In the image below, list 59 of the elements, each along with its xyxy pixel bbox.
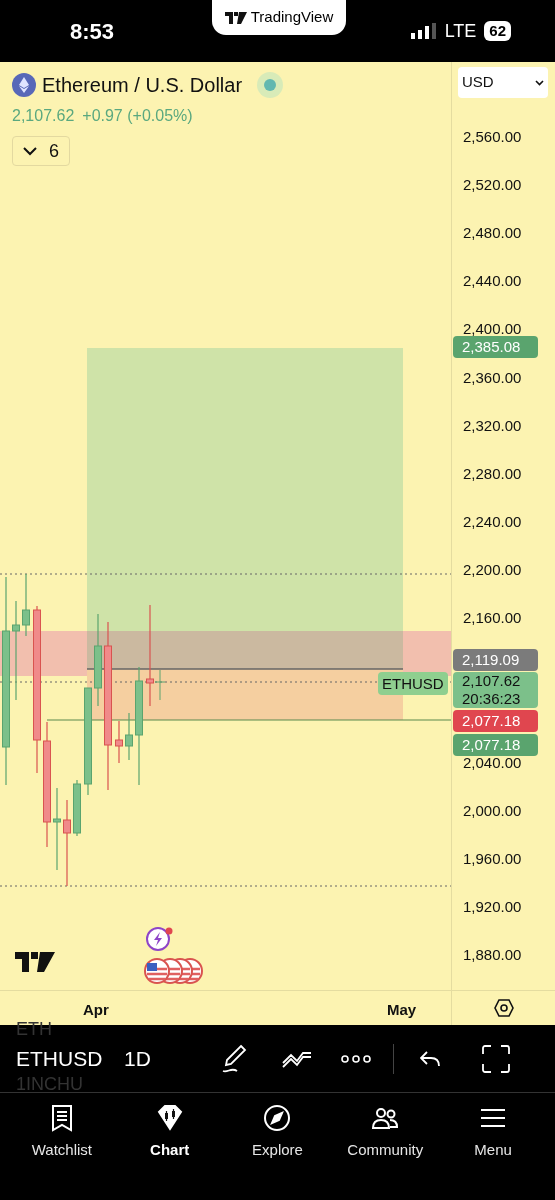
candle [115, 720, 123, 764]
price-label: 2,077.18 [453, 710, 538, 732]
undo-icon[interactable] [419, 1050, 440, 1067]
indicators-toggle[interactable]: 6 [12, 136, 70, 166]
tab-bar-item[interactable]: Explore [223, 1103, 332, 1162]
symbol-title: Ethereum / U.S. Dollar [42, 73, 243, 98]
price-tick: 2,360.00 [463, 368, 522, 387]
tab-bar-item[interactable]: Community [331, 1103, 440, 1162]
battery-icon: 62 [484, 21, 511, 41]
chevron-down-icon [23, 146, 37, 156]
price-tick: 1,880.00 [463, 946, 522, 965]
tab-bar-item[interactable]: Chart [115, 1103, 224, 1162]
app-logo-icon [224, 11, 247, 24]
price-label: 2,119.09 [453, 649, 538, 671]
price-tick: 2,240.00 [463, 512, 522, 531]
tab-bar-item[interactable]: Menu [439, 1103, 547, 1162]
price-tick: 2,040.00 [463, 753, 522, 772]
candle [125, 712, 133, 761]
price-tick: 2,280.00 [463, 464, 522, 483]
status-time: 8:53 [70, 17, 115, 46]
candle [73, 779, 81, 837]
time-tick: May [387, 1000, 417, 1020]
last-price: 2,107.62 [12, 106, 75, 126]
price-tick: 2,480.00 [463, 224, 522, 243]
more-icon[interactable] [340, 1054, 371, 1063]
price-label: 2,107.62 20:36:23 [453, 672, 538, 708]
price-tick: 2,320.00 [463, 416, 522, 435]
symbol-tag: ETHUSD [378, 672, 448, 695]
ethereum-logo-icon [12, 73, 36, 97]
price-label: 2,385.08 [453, 336, 538, 359]
tradingview-logo-icon [15, 952, 55, 972]
interval-button[interactable]: 1D [124, 1042, 151, 1075]
market-status-icon [256, 71, 285, 99]
network-label: LTE [444, 19, 477, 43]
price-label: 2,077.18 [453, 734, 538, 756]
price-change: +0.97 (+0.05%) [82, 106, 193, 126]
price-tick: 2,200.00 [463, 561, 522, 580]
price-tick: 2,000.00 [463, 801, 522, 820]
chevron-down-icon [535, 79, 544, 86]
candle [22, 573, 30, 637]
price-tick: 2,400.00 [463, 320, 522, 339]
price-tick: 2,520.00 [463, 176, 522, 195]
app-name: TradingView [250, 7, 334, 28]
price-tick: 2,560.00 [463, 128, 522, 146]
currency-select[interactable]: USD [458, 67, 548, 98]
fullscreen-icon[interactable] [481, 1044, 510, 1073]
lightning-event-icon [145, 926, 175, 952]
price-tick: 2,160.00 [463, 609, 522, 628]
signal-icon [410, 23, 437, 39]
price-tick: 2,440.00 [463, 272, 522, 291]
compass-icon [262, 1103, 293, 1133]
flag-events-icon [144, 958, 206, 984]
price-tick: 1,960.00 [463, 849, 522, 868]
price-tick: 1,920.00 [463, 897, 522, 916]
time-tick: Apr [83, 1000, 109, 1020]
symbol-picker[interactable]: ETHUSD [16, 1042, 103, 1075]
pencil-icon[interactable] [220, 1043, 247, 1074]
settings-icon[interactable] [493, 999, 514, 1017]
tab-bar-item[interactable]: Watchlist [8, 1103, 116, 1162]
